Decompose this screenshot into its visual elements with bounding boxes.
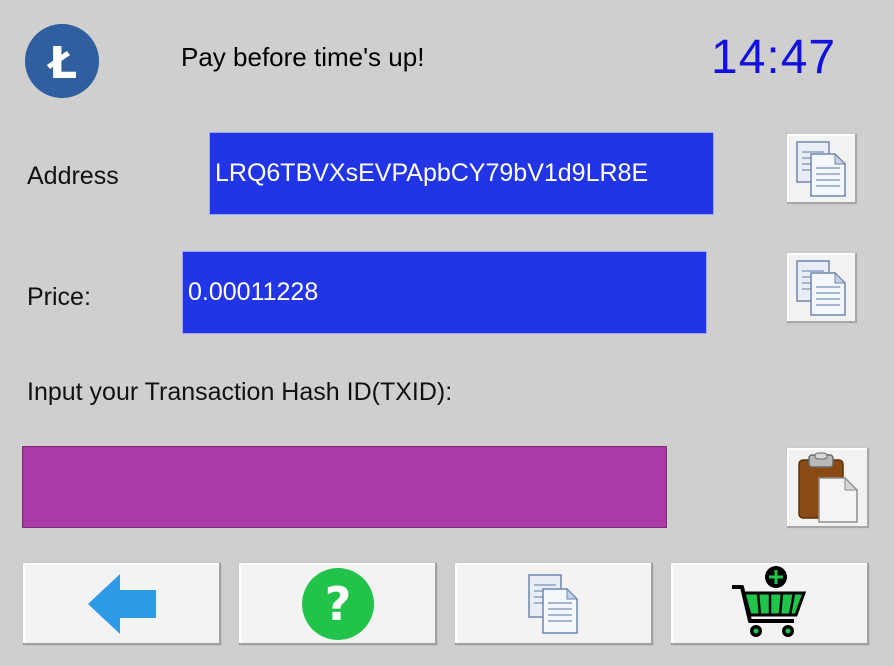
price-field[interactable]: 0.00011228 (182, 251, 707, 334)
address-field[interactable]: LRQ6TBVXsEVPApbCY79bV1d9LR8E (209, 132, 714, 215)
price-label: Price: (27, 283, 91, 311)
svg-text:?: ? (325, 577, 352, 631)
svg-text:Ł: Ł (47, 38, 77, 89)
countdown-timer: 14:47 (711, 31, 837, 84)
page-title: Pay before time's up! (181, 42, 425, 72)
copy-address-button[interactable] (786, 133, 858, 205)
copy-button[interactable] (454, 562, 654, 646)
add-to-cart-icon (732, 566, 807, 637)
arrow-left-icon (88, 574, 156, 634)
help-button[interactable]: ? (238, 562, 438, 646)
litecoin-logo-icon: Ł (25, 24, 99, 98)
txid-label: Input your Transaction Hash ID(TXID): (27, 378, 453, 406)
paste-txid-button[interactable] (786, 447, 870, 529)
question-mark-icon: ? (302, 568, 374, 640)
copy-price-button[interactable] (786, 252, 858, 324)
txid-input[interactable] (22, 446, 667, 528)
clipboard-paste-icon (798, 452, 859, 523)
copy-icon (796, 260, 847, 316)
add-to-cart-button[interactable] (670, 562, 870, 646)
copy-icon (796, 141, 847, 197)
copy-icon (528, 574, 579, 634)
back-button[interactable] (22, 562, 222, 646)
address-label: Address (27, 162, 119, 190)
